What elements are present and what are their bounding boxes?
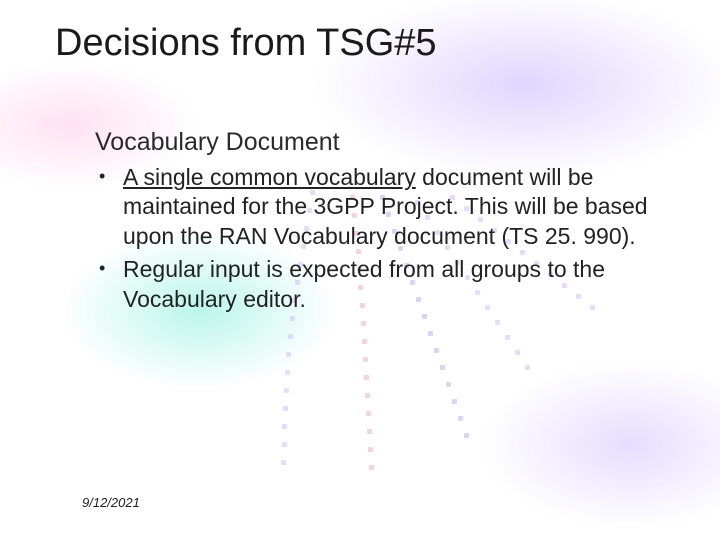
subheading: Vocabulary Document	[95, 128, 655, 157]
bullet-text: Regular input is expected from all group…	[123, 256, 605, 311]
content-block: Vocabulary Document A single common voca…	[95, 128, 655, 318]
list-item: Regular input is expected from all group…	[123, 255, 655, 314]
slide: Decisions from TSG#5 Vocabulary Document…	[0, 0, 720, 540]
bullet-list: A single common vocabulary document will…	[95, 163, 655, 314]
underlined-text: A single common vocabulary	[123, 164, 416, 190]
list-item: A single common vocabulary document will…	[123, 163, 655, 251]
date-footer: 9/12/2021	[82, 495, 140, 510]
bg-blob-purple-bottom	[480, 360, 720, 530]
slide-title: Decisions from TSG#5	[55, 22, 437, 65]
